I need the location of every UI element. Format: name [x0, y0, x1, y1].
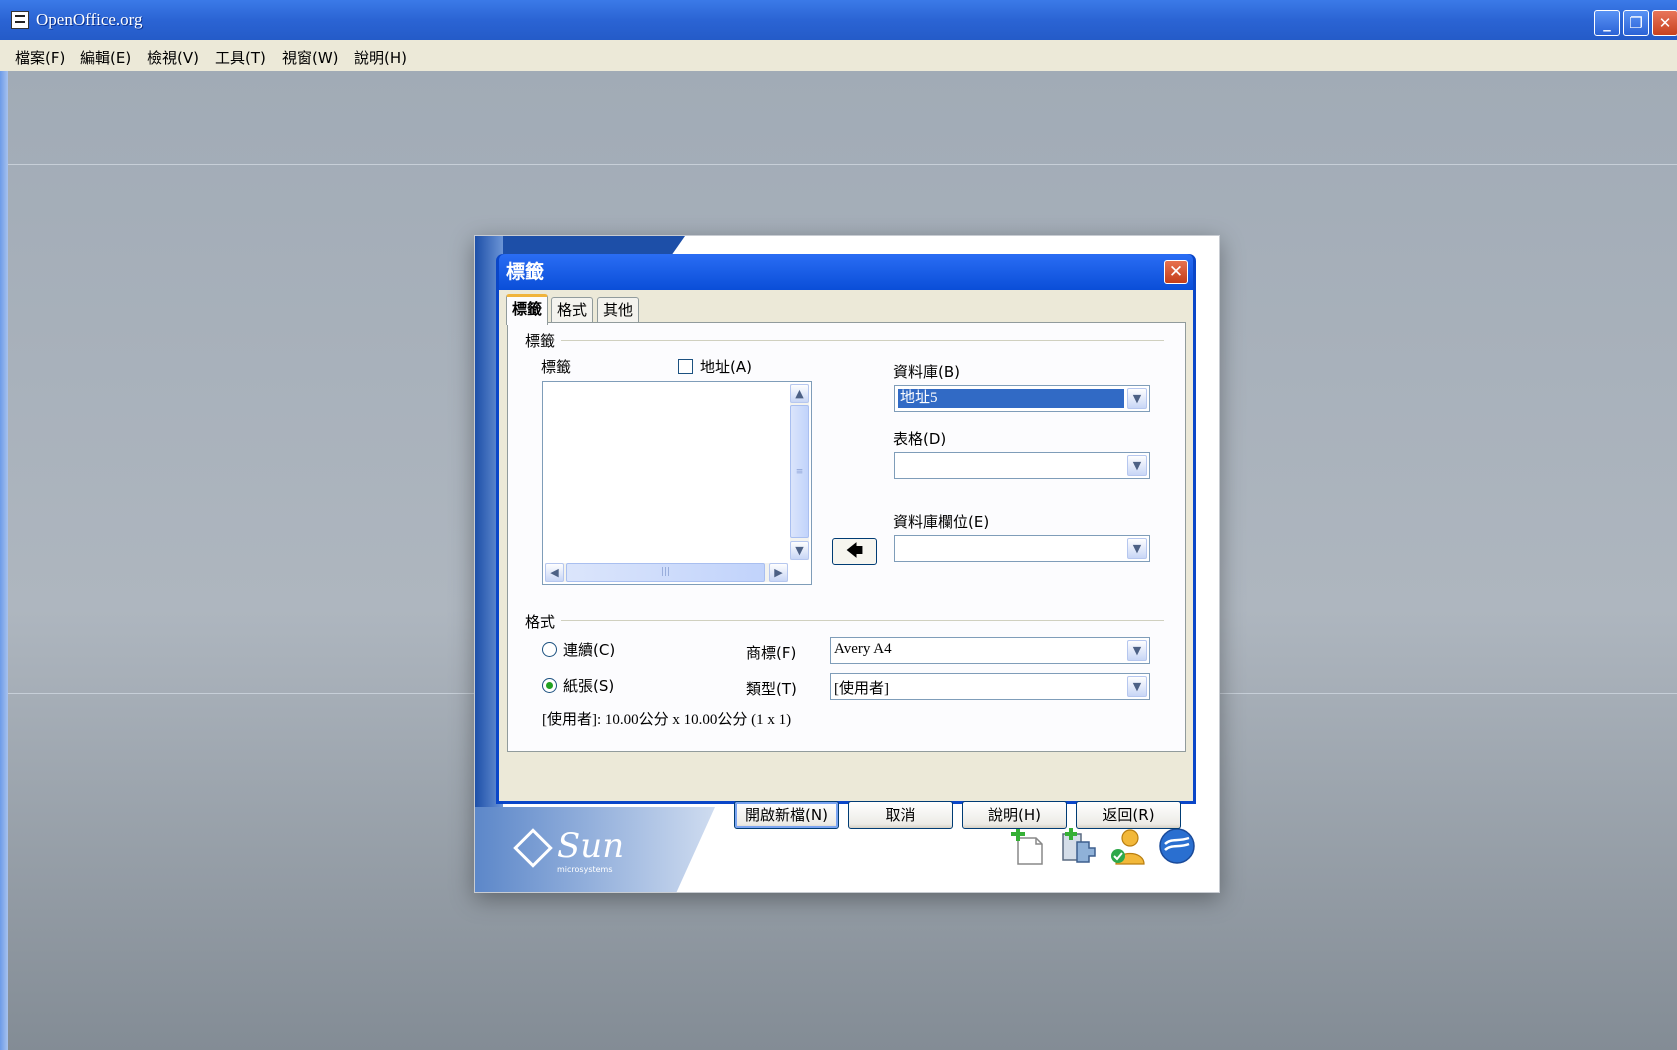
chevron-down-icon[interactable]: ▼ — [1127, 455, 1147, 476]
sun-logo: Sun — [513, 826, 625, 868]
brand-label: 商標(F) — [746, 644, 797, 662]
address-checkbox[interactable] — [678, 359, 693, 374]
label-text-box[interactable]: ▲ ≡ ▼ ◀ ||| ▶ — [542, 381, 812, 585]
menubar: 檔案(F) 編輯(E) 檢視(V) 工具(T) 視窗(W) 說明(H) — [0, 40, 1677, 72]
db-field-label: 資料庫欄位(E) — [893, 513, 990, 531]
openoffice-app-icon — [11, 11, 29, 29]
menu-tools[interactable]: 工具(T) — [215, 47, 266, 68]
sheet-radio[interactable] — [542, 678, 557, 693]
sun-brand-sub: microsystems — [557, 865, 613, 874]
brand-select[interactable]: Avery A4 ▼ — [830, 637, 1150, 664]
dialog-body: 標籤 格式 其他 標籤 標籤 地址(A) ▲ ≡ ▼ ◀ ||| ▶ 🡄 資料庫… — [499, 290, 1193, 829]
dialog-close-button[interactable]: ✕ — [1164, 260, 1188, 284]
database-value: 地址5 — [898, 389, 1124, 408]
labels-dialog: 標籤 ✕ 標籤 格式 其他 標籤 標籤 地址(A) ▲ ≡ ▼ ◀ ||| ▶ — [496, 254, 1196, 829]
cancel-button[interactable]: 取消 — [848, 801, 953, 829]
brand-value: Avery A4 — [834, 641, 892, 657]
menu-help[interactable]: 說明(H) — [354, 47, 407, 68]
window-titlebar: OpenOffice.org _ ❐ ✕ — [0, 0, 1677, 41]
insert-field-button[interactable]: 🡄 — [832, 538, 877, 565]
new-document-icon[interactable] — [1010, 826, 1050, 866]
openoffice-gull-icon[interactable] — [1157, 826, 1197, 866]
reset-button[interactable]: 返回(R) — [1076, 801, 1181, 829]
address-checkbox-label[interactable]: 地址(A) — [700, 356, 752, 377]
window-title: OpenOffice.org — [36, 10, 143, 29]
user-registration-icon[interactable] — [1108, 826, 1148, 866]
chevron-down-icon[interactable]: ▼ — [1127, 676, 1147, 697]
table-select[interactable]: ▼ — [894, 452, 1150, 479]
dialog-title: 標籤 — [499, 254, 1193, 290]
left-edge-strip — [0, 71, 8, 1050]
label-text-label: 標籤 — [541, 358, 572, 376]
type-label: 類型(T) — [746, 680, 797, 698]
tab-options[interactable]: 其他 — [597, 297, 640, 323]
scroll-up-icon[interactable]: ▲ — [790, 384, 809, 403]
close-window-button[interactable]: ✕ — [1652, 10, 1677, 36]
db-field-select[interactable]: ▼ — [894, 535, 1150, 562]
database-label: 資料庫(B) — [893, 363, 960, 381]
label-size-info: [使用者]: 10.00公分 x 10.00公分 (1 x 1) — [542, 712, 792, 728]
extension-icon[interactable] — [1059, 826, 1099, 866]
group-divider — [558, 340, 1164, 341]
tab-format[interactable]: 格式 — [551, 297, 594, 323]
minimize-button[interactable]: _ — [1594, 10, 1620, 36]
new-document-button[interactable]: 開啟新檔(N) — [734, 801, 839, 829]
tab-panel: 標籤 標籤 地址(A) ▲ ≡ ▼ ◀ ||| ▶ 🡄 資料庫(B) 地址5 ▼… — [507, 322, 1186, 752]
group-divider — [558, 620, 1164, 621]
menu-edit[interactable]: 編輯(E) — [80, 47, 131, 68]
tab-labels[interactable]: 標籤 — [506, 294, 549, 325]
help-button[interactable]: 說明(H) — [962, 801, 1067, 829]
chevron-down-icon[interactable]: ▼ — [1127, 388, 1147, 409]
type-value: [使用者] — [834, 681, 889, 697]
workspace-divider — [8, 164, 1677, 165]
horizontal-scroll-thumb[interactable]: ||| — [566, 563, 765, 582]
vertical-scrollbar[interactable]: ▲ ≡ ▼ — [790, 384, 809, 560]
horizontal-scrollbar[interactable]: ◀ ||| ▶ — [545, 563, 788, 582]
vertical-scroll-thumb[interactable]: ≡ — [790, 405, 809, 538]
group-heading-label: 標籤 — [525, 330, 562, 351]
menu-view[interactable]: 檢視(V) — [147, 47, 199, 68]
restore-button[interactable]: ❐ — [1623, 10, 1649, 36]
menu-file[interactable]: 檔案(F) — [15, 47, 65, 68]
chevron-down-icon[interactable]: ▼ — [1127, 538, 1147, 559]
menu-window[interactable]: 視窗(W) — [282, 47, 339, 68]
scroll-left-icon[interactable]: ◀ — [545, 563, 564, 582]
type-select[interactable]: [使用者] ▼ — [830, 673, 1150, 700]
scroll-down-icon[interactable]: ▼ — [790, 541, 809, 560]
format-group-heading: 格式 — [525, 611, 562, 632]
table-label: 表格(D) — [893, 430, 947, 448]
sheet-radio-label[interactable]: 紙張(S) — [563, 675, 614, 696]
continuous-radio-label[interactable]: 連續(C) — [563, 639, 615, 660]
database-select[interactable]: 地址5 ▼ — [894, 385, 1150, 412]
sun-diamond-icon — [513, 828, 553, 868]
chevron-down-icon[interactable]: ▼ — [1127, 640, 1147, 661]
sun-brand-text: Sun — [557, 826, 625, 866]
continuous-radio[interactable] — [542, 642, 557, 657]
scroll-right-icon[interactable]: ▶ — [769, 563, 788, 582]
